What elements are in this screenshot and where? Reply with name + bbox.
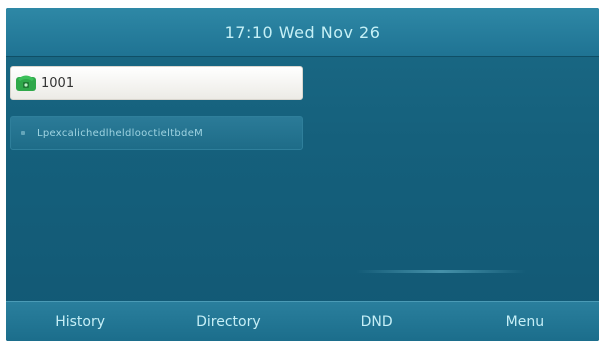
softkey-menu[interactable]: Menu (451, 302, 599, 341)
softkey-dnd[interactable]: DND (303, 302, 451, 341)
phone-icon (15, 72, 37, 94)
softkey-bar: History Directory DND Menu (6, 301, 599, 341)
datetime-display: 17:10 Wed Nov 26 (224, 22, 381, 42)
line-key-1001[interactable]: 1001 (10, 66, 303, 100)
line-status-icon (21, 131, 25, 135)
line-label: LpexcalichedlheldlooctieltbdeM (37, 127, 204, 139)
phone-screen: 17:10 Wed Nov 26 1001 Lpexcalichedlheldl… (6, 8, 599, 341)
line-key-2[interactable]: LpexcalichedlheldlooctieltbdeM (10, 116, 303, 150)
status-bar: 17:10 Wed Nov 26 (6, 8, 599, 57)
softkey-history[interactable]: History (6, 302, 154, 341)
line-label: 1001 (41, 75, 75, 91)
decorative-divider (356, 270, 526, 273)
softkey-directory[interactable]: Directory (154, 302, 302, 341)
